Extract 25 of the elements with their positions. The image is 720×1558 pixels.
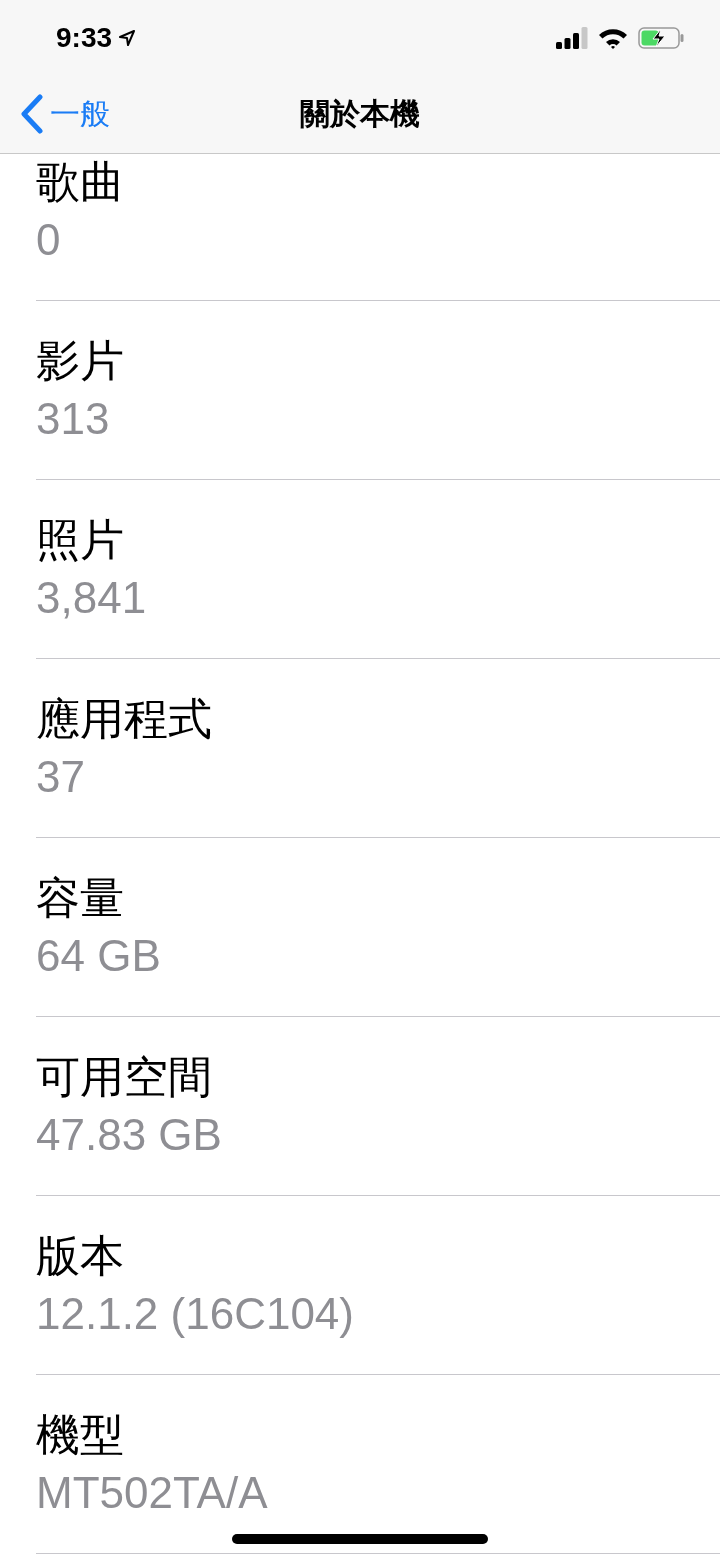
row-label: 影片 <box>36 335 124 387</box>
row-value: 47.83 GB <box>36 1109 222 1161</box>
row-label: 照片 <box>36 514 124 566</box>
row-label: 機型 <box>36 1409 124 1461</box>
row-value: 64 GB <box>36 930 161 982</box>
row-value: 12.1.2 (16C104) <box>36 1288 354 1340</box>
row-label: 容量 <box>36 872 124 924</box>
back-button[interactable]: 一般 <box>0 93 110 135</box>
clock-time: 9:33 <box>56 21 113 54</box>
row-label: 應用程式 <box>36 693 212 745</box>
signal-icon <box>556 26 588 49</box>
row-label: 歌曲 <box>36 156 124 208</box>
wifi-icon <box>598 26 628 49</box>
home-indicator[interactable] <box>232 1534 488 1544</box>
battery-charging-icon <box>638 26 684 49</box>
row-value: MT502TA/A <box>36 1467 268 1519</box>
row-label: 可用空間 <box>36 1051 212 1103</box>
location-arrow-icon <box>118 28 137 47</box>
row-label: 版本 <box>36 1230 124 1282</box>
row-value: 37 <box>36 751 85 803</box>
row-value: 0 <box>36 214 61 266</box>
chevron-left-icon <box>20 94 44 134</box>
page-title: 關於本機 <box>300 95 420 132</box>
row-value: 3,841 <box>36 572 147 624</box>
row-value: 313 <box>36 393 110 445</box>
